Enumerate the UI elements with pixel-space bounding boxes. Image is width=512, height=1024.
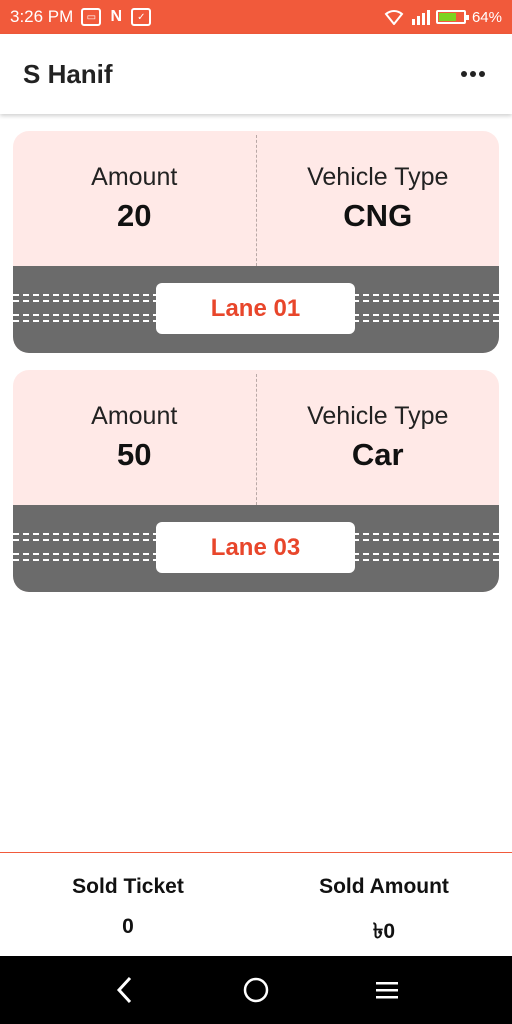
vehicle-type-label: Vehicle Type (307, 163, 449, 191)
road-graphic: Lane 01 (13, 266, 499, 353)
wifi-icon (384, 10, 404, 25)
system-icons: 64% (384, 9, 502, 26)
ticket-card[interactable]: Amount 20 Vehicle Type CNG Lane 01 (13, 131, 499, 353)
battery-level: 64% (471, 8, 502, 26)
app-bar: S Hanif (0, 34, 512, 114)
sold-ticket-label: Sold Ticket (72, 875, 184, 898)
lane-button[interactable]: Lane 01 (156, 283, 355, 334)
more-horizontal-icon[interactable] (457, 58, 489, 90)
sold-amount-value: ৳0 (372, 920, 396, 943)
gallery-icon: ▭ (81, 8, 102, 26)
vehicle-type-value: CNG (343, 198, 413, 233)
lane-button[interactable]: Lane 03 (156, 522, 355, 573)
notification-icons: ▭ N ✓ (81, 8, 152, 26)
back-icon[interactable] (105, 970, 145, 1010)
system-nav-bar (0, 956, 512, 1024)
amount-label: Amount (91, 402, 178, 430)
sold-ticket-value: 0 (122, 915, 134, 938)
road-graphic: Lane 03 (13, 505, 499, 592)
vehicle-section: Vehicle Type Car (257, 370, 500, 505)
amount-section: Amount 50 (13, 370, 256, 505)
sold-amount-label: Sold Amount (319, 875, 449, 898)
home-icon[interactable] (236, 970, 276, 1010)
vehicle-type-value: Car (351, 437, 404, 472)
n-icon: N (110, 8, 123, 25)
amount-value: 20 (117, 198, 152, 233)
ticket-card[interactable]: Amount 50 Vehicle Type Car Lane 03 (13, 370, 499, 592)
sales-summary: Sold Ticket 0 Sold Amount ৳0 (0, 852, 512, 956)
inbox-icon: ✓ (131, 8, 152, 26)
menu-icon[interactable] (367, 970, 407, 1010)
amount-section: Amount 20 (13, 131, 256, 266)
battery-icon (435, 10, 469, 24)
status-time: 3:26 PM (10, 7, 74, 26)
amount-label: Amount (91, 163, 178, 191)
signal-icon (411, 10, 430, 25)
sold-ticket-section: Sold Ticket 0 (0, 853, 256, 956)
page-title: S Hanif (23, 58, 113, 89)
sold-amount-section: Sold Amount ৳0 (256, 853, 512, 956)
amount-value: 50 (117, 437, 152, 472)
vehicle-type-label: Vehicle Type (307, 402, 449, 430)
status-bar: 3:26 PM ▭ N ✓ 64% (0, 0, 512, 34)
vehicle-section: Vehicle Type CNG (257, 131, 500, 266)
